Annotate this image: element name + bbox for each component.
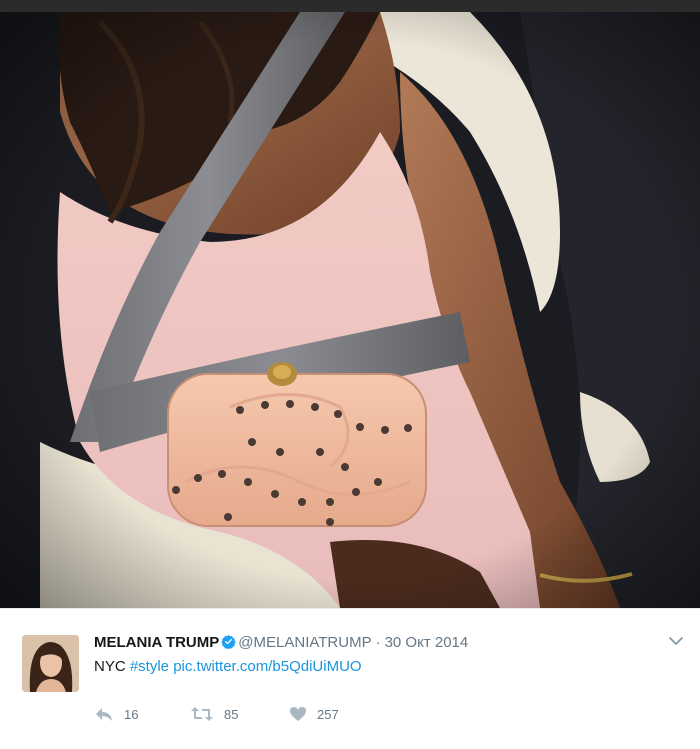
tweet-card: MELANIA TRUMP @MELANIATRUMP · 30 Окт 2014 N… (0, 608, 700, 749)
like-count: 257 (317, 706, 339, 722)
tweet-text-prefix: NYC (94, 658, 126, 675)
reply-icon (94, 706, 114, 722)
like-button[interactable]: 257 (289, 706, 339, 722)
retweet-icon (190, 706, 214, 722)
reply-button[interactable]: 16 (94, 706, 138, 722)
photo-link[interactable]: pic.twitter.com/b5QdiUiMUO (173, 658, 361, 675)
tweet-text: NYC #style pic.twitter.com/b5QdiUiMUO (94, 658, 362, 675)
heart-icon (289, 706, 307, 722)
author-name[interactable]: MELANIA TRUMP (94, 634, 219, 651)
retweet-button[interactable]: 85 (190, 706, 238, 722)
chevron-down-icon[interactable] (668, 633, 684, 649)
separator-dot: · (375, 634, 381, 651)
avatar[interactable] (22, 635, 79, 692)
photo-illustration (0, 12, 700, 608)
hashtag-link[interactable]: #style (130, 658, 169, 675)
retweet-count: 85 (224, 706, 239, 722)
reply-count: 16 (124, 706, 139, 722)
avatar-image (22, 635, 79, 692)
verified-badge-icon (221, 634, 237, 653)
tweet-header: MELANIA TRUMP @MELANIATRUMP · 30 Окт 2014 (94, 634, 660, 656)
author-handle[interactable]: @MELANIATRUMP (238, 634, 371, 651)
tweet-photo[interactable] (0, 12, 700, 608)
window-top-bar (0, 0, 700, 12)
tweet-timestamp[interactable]: 30 Окт 2014 (385, 634, 469, 651)
